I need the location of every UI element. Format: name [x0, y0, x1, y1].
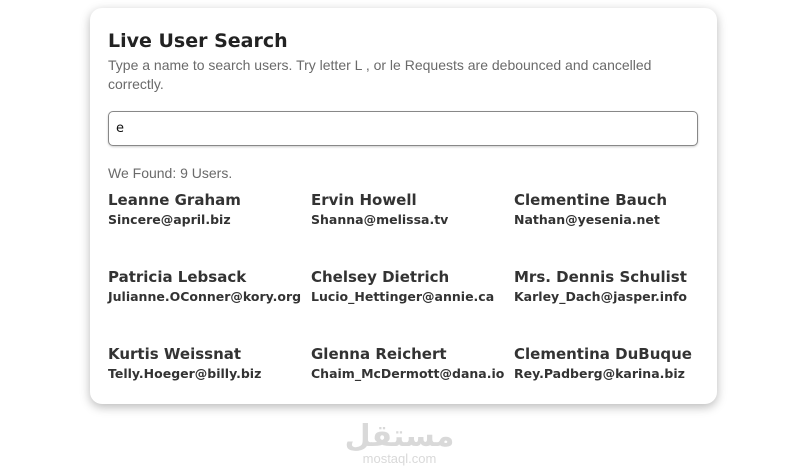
user-email: Chaim_McDermott@dana.io	[311, 366, 505, 381]
user-email: Julianne.OConner@kory.org	[108, 289, 302, 304]
user-email: Nathan@yesenia.net	[514, 212, 660, 227]
user-card: Chelsey Dietrich Lucio_Hettinger@annie.ca	[311, 264, 514, 341]
user-name: Mrs. Dennis Schulist	[514, 268, 687, 286]
user-card: Mrs. Dennis Schulist Karley_Dach@jasper.i…	[514, 264, 717, 341]
user-card: Leanne Graham Sincere@april.biz	[108, 187, 311, 264]
user-name: Patricia Lebsack	[108, 268, 247, 286]
user-card: Kurtis Weissnat Telly.Hoeger@billy.biz	[108, 341, 311, 418]
page-title: Live User Search	[108, 30, 288, 52]
user-card: Patricia Lebsack Julianne.OConner@kory.or…	[108, 264, 311, 341]
results-count: We Found: 9 Users.	[108, 165, 233, 181]
user-email: Karley_Dach@jasper.info	[514, 289, 687, 304]
user-name: Glenna Reichert	[311, 345, 447, 363]
search-card: Live User Search Type a name to search u…	[90, 8, 717, 404]
watermark-arabic: مستقل	[344, 419, 455, 454]
watermark-logo: مستقل mostaql.com	[0, 422, 799, 466]
user-grid: Leanne Graham Sincere@april.biz Ervin Howe…	[108, 187, 699, 418]
user-name: Ervin Howell	[311, 191, 417, 209]
watermark-latin: mostaql.com	[362, 451, 437, 466]
user-card: Clementina DuBuque Rey.Padberg@karina.biz	[514, 341, 717, 418]
user-email: Sincere@april.biz	[108, 212, 231, 227]
user-email: Telly.Hoeger@billy.biz	[108, 366, 262, 381]
user-email: Shanna@melissa.tv	[311, 212, 449, 227]
user-card: Ervin Howell Shanna@melissa.tv	[311, 187, 514, 264]
user-email: Rey.Padberg@karina.biz	[514, 366, 685, 381]
user-card: Glenna Reichert Chaim_McDermott@dana.io	[311, 341, 514, 418]
user-name: Kurtis Weissnat	[108, 345, 242, 363]
user-name: Clementine Bauch	[514, 191, 667, 209]
user-email: Lucio_Hettinger@annie.ca	[311, 289, 495, 304]
user-card: Clementine Bauch Nathan@yesenia.net	[514, 187, 717, 264]
search-input[interactable]	[108, 111, 698, 146]
user-name: Clementina DuBuque	[514, 345, 692, 363]
user-name: Chelsey Dietrich	[311, 268, 450, 286]
page-subtitle: Type a name to search users. Try letter …	[108, 57, 652, 92]
user-name: Leanne Graham	[108, 191, 241, 209]
